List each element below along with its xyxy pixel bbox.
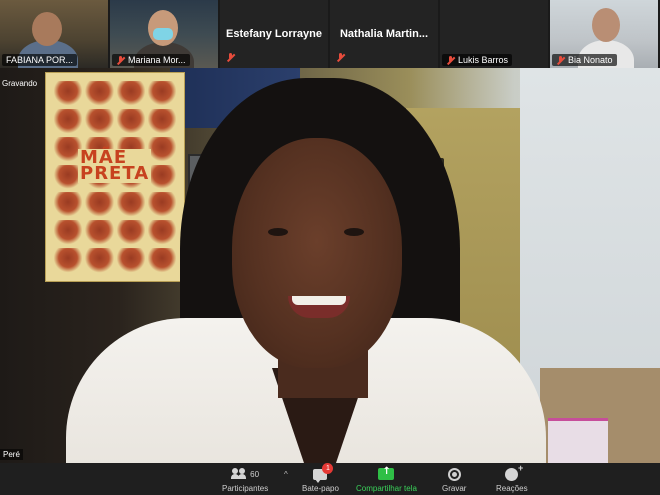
poster-title: MÃE PRETA (78, 149, 152, 184)
reactions-button[interactable]: Reações (496, 463, 528, 494)
gallery-strip: FABIANA POR... Mariana Mor... Estefany L… (0, 0, 660, 68)
participants-label: Participantes (222, 484, 269, 493)
mic-muted-icon (116, 55, 125, 65)
participants-count: 60 (250, 469, 260, 479)
chat-label: Bate-papo (302, 484, 339, 493)
face-mask (153, 28, 173, 40)
speaker-eye (344, 228, 364, 236)
share-screen-button[interactable]: Compartilhar tela (356, 465, 417, 493)
active-speaker-video[interactable]: MÃE PRETA (0, 68, 660, 463)
meeting-window: FABIANA POR... Mariana Mor... Estefany L… (0, 0, 660, 495)
participant-tile[interactable]: Mariana Mor... (110, 0, 218, 68)
poster-title-line: PRETA (80, 163, 150, 184)
participant-name-label: Mariana Mor... (112, 54, 190, 66)
share-screen-icon (378, 466, 395, 480)
participant-face (592, 8, 620, 42)
participant-name: Estefany Lorrayne (226, 28, 322, 40)
share-screen-label: Compartilhar tela (356, 484, 417, 493)
participant-name-label: Bia Nonato (552, 54, 617, 66)
record-button[interactable]: Gravar (442, 465, 466, 493)
participant-tile[interactable]: FABIANA POR... (0, 0, 108, 68)
record-label: Gravar (442, 484, 467, 493)
wall-poster: MÃE PRETA (45, 72, 185, 282)
participants-icon (231, 468, 247, 480)
participants-button[interactable]: 60 Participantes (222, 465, 268, 493)
participant-name-label: FABIANA POR... (2, 54, 78, 66)
participant-tile[interactable]: Nathalia Martin... (330, 0, 438, 68)
reactions-icon (505, 463, 523, 481)
participant-name: Bia Nonato (568, 55, 613, 65)
mic-muted-icon (336, 53, 345, 62)
reactions-label: Reações (496, 484, 528, 493)
participant-name-label: Lukis Barros (442, 54, 513, 66)
participant-name: Nathalia Martin... (339, 28, 429, 40)
participant-name: Lukis Barros (458, 55, 509, 65)
speaker-name-label: Peré (0, 449, 23, 460)
chat-button[interactable]: 1 Bate-papo (302, 463, 339, 493)
chat-unread-badge: 1 (322, 463, 334, 474)
recording-indicator: Gravando (2, 79, 38, 88)
mic-muted-icon (556, 55, 565, 65)
speaker-eye (268, 228, 288, 236)
participants-menu-caret-icon[interactable]: ^ (284, 470, 288, 479)
participant-tile[interactable]: Bia Nonato (550, 0, 658, 68)
participant-tile[interactable]: Estefany Lorrayne (220, 0, 328, 68)
background-box (548, 418, 608, 463)
mic-muted-icon (446, 55, 455, 65)
participant-tile[interactable]: Lukis Barros (440, 0, 548, 68)
record-icon (447, 467, 461, 481)
participant-name: Mariana Mor... (128, 55, 186, 65)
speaker-face (232, 138, 402, 368)
mic-muted-icon (226, 53, 235, 62)
meeting-toolbar: 60 Participantes 1 Bate-papo Compartilha… (0, 463, 660, 495)
participant-face (32, 12, 62, 46)
participant-name: FABIANA POR... (6, 55, 74, 65)
